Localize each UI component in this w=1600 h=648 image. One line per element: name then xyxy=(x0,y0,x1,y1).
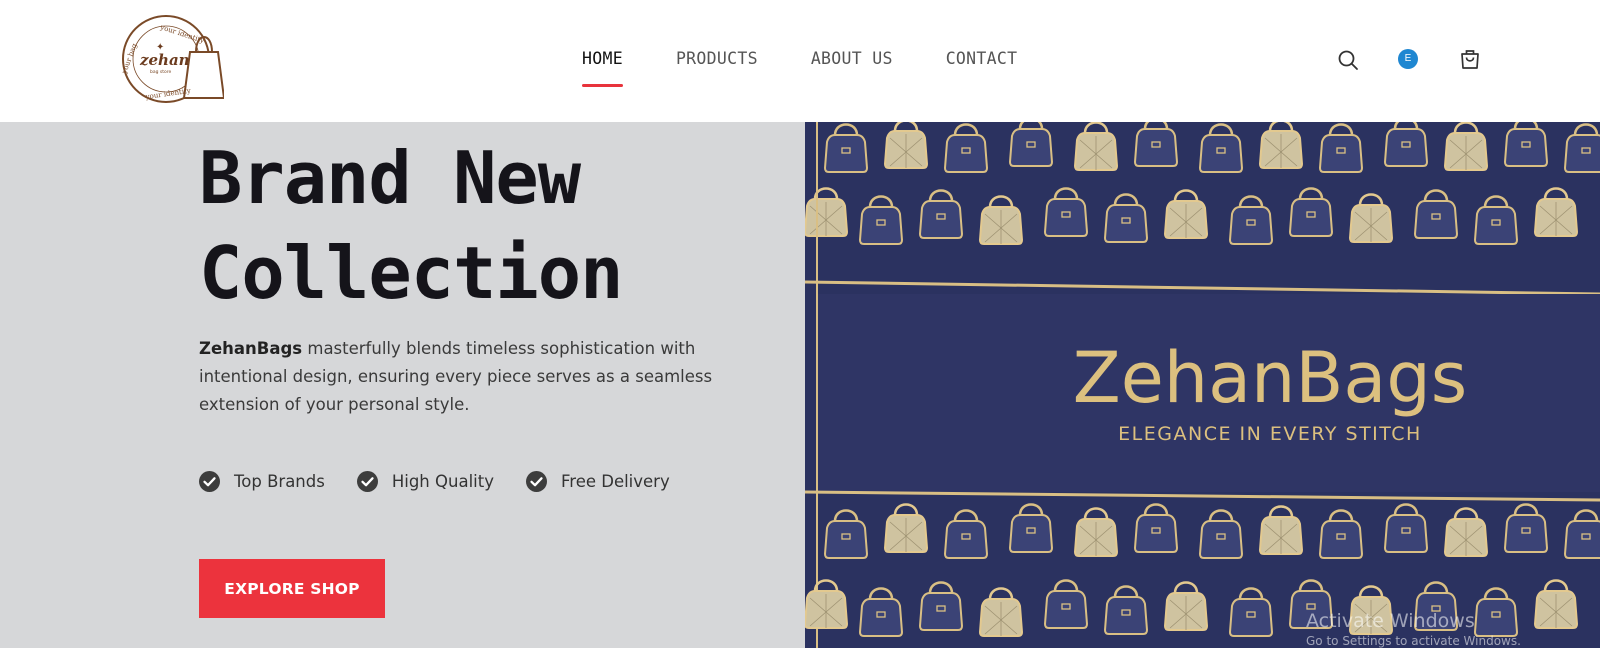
account-avatar[interactable]: E xyxy=(1398,49,1418,69)
feature-list: Top Brands High Quality Free Delivery xyxy=(199,471,670,492)
hero-desc-brand: ZehanBags xyxy=(199,339,303,358)
explore-shop-button[interactable]: EXPLORE SHOP xyxy=(199,559,385,618)
feature-free-delivery: Free Delivery xyxy=(525,471,670,492)
feature-label: High Quality xyxy=(391,472,494,491)
banner-artwork: ZehanBags ELEGANCE IN EVERY STITCH xyxy=(805,122,1600,648)
hero-title-line2: Collection xyxy=(199,231,623,315)
hero-text-panel: Brand New Collection ZehanBags masterful… xyxy=(0,122,805,648)
logo-ring-top: your identity xyxy=(158,23,205,45)
nav-about-us[interactable]: ABOUT US xyxy=(811,49,893,79)
banner-title: ZehanBags xyxy=(1073,337,1467,419)
feature-high-quality: High Quality xyxy=(356,471,494,492)
search-icon[interactable] xyxy=(1337,49,1359,71)
feature-top-brands: Top Brands xyxy=(199,471,325,492)
hero-description: ZehanBags masterfully blends timeless so… xyxy=(199,335,744,419)
logo-script: zehan xyxy=(139,51,190,69)
logo-tag: bag store xyxy=(150,69,172,75)
sparkle-icon: ✦ xyxy=(156,42,164,53)
cart-icon[interactable] xyxy=(1459,48,1481,70)
hero-banner-image: ZehanBags ELEGANCE IN EVERY STITCH xyxy=(805,122,1600,648)
check-circle-icon xyxy=(356,471,378,492)
activate-windows-watermark: Activate Windows Go to Settings to activ… xyxy=(1306,610,1521,648)
activate-title: Activate Windows xyxy=(1306,610,1475,632)
main-nav: HOME PRODUCTS ABOUT US CONTACT xyxy=(582,49,1018,87)
hero-title: Brand New Collection xyxy=(199,131,799,321)
site-header: your identity your bag your identity zeh… xyxy=(0,0,1600,122)
banner-tagline: ELEGANCE IN EVERY STITCH xyxy=(1118,423,1422,445)
nav-home[interactable]: HOME xyxy=(582,49,623,87)
activate-subtitle: Go to Settings to activate Windows. xyxy=(1306,634,1521,648)
feature-label: Top Brands xyxy=(234,472,325,491)
brand-logo[interactable]: your identity your bag your identity zeh… xyxy=(120,12,224,106)
nav-products[interactable]: PRODUCTS xyxy=(676,49,758,79)
feature-label: Free Delivery xyxy=(560,472,670,491)
nav-contact[interactable]: CONTACT xyxy=(946,49,1018,79)
check-circle-icon xyxy=(525,471,547,492)
hero-title-line1: Brand New xyxy=(199,136,581,220)
check-circle-icon xyxy=(199,471,220,492)
